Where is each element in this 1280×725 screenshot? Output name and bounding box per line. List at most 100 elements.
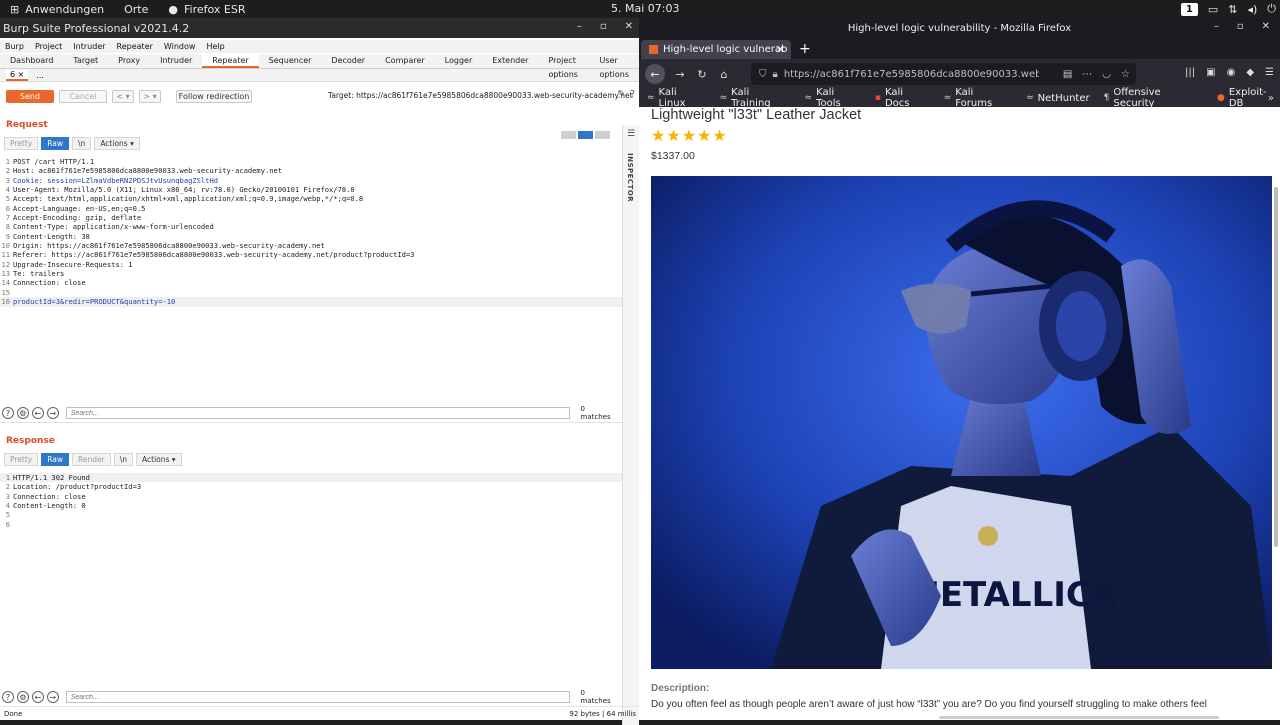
tab-sequencer[interactable]: Sequencer bbox=[259, 54, 322, 68]
gear-icon[interactable]: ⚙ bbox=[16, 407, 29, 419]
close-tab-icon[interactable]: ✕ bbox=[776, 43, 785, 56]
response-editor[interactable]: 1 HTTP/1.1 302 Found 2 Location: /product?… bbox=[0, 473, 622, 529]
help-icon[interactable]: ? bbox=[630, 89, 635, 100]
home-icon[interactable]: ⌂ bbox=[717, 68, 731, 81]
request-editor[interactable]: 1 POST /cart HTTP/1.1 2 Host: ac861f761e7e… bbox=[0, 157, 622, 307]
tab-decoder[interactable]: Decoder bbox=[321, 54, 375, 68]
close-icon[interactable]: ✕ bbox=[625, 21, 633, 32]
bookmark-item[interactable]: ≈ NetHunter bbox=[1026, 93, 1089, 104]
sidebar-icon[interactable]: ▣ bbox=[1206, 67, 1215, 78]
bookmark-item[interactable]: ≈ Kali Training bbox=[720, 87, 791, 109]
hamburger-icon[interactable]: ☰ bbox=[627, 129, 639, 139]
repeater-tab-6[interactable]: 6 × bbox=[6, 69, 29, 81]
tab-dashboard[interactable]: Dashboard bbox=[0, 54, 63, 68]
response-search-input[interactable] bbox=[65, 691, 570, 703]
minimize-icon[interactable]: – bbox=[1214, 21, 1219, 32]
new-tab-icon[interactable]: + bbox=[799, 40, 811, 59]
inspector-sidebar[interactable]: ☰ INSPECTOR bbox=[622, 125, 639, 725]
tab-extender[interactable]: Extender bbox=[482, 54, 538, 68]
reload-icon[interactable]: ↻ bbox=[695, 68, 709, 81]
inspector-label[interactable]: INSPECTOR bbox=[626, 153, 634, 202]
places-menu[interactable]: Orte bbox=[114, 3, 158, 16]
help-icon[interactable]: ? bbox=[2, 407, 14, 419]
menu-help[interactable]: Help bbox=[206, 42, 224, 51]
vertical-scrollbar[interactable] bbox=[1274, 187, 1278, 547]
layout-vertical-icon[interactable] bbox=[578, 131, 593, 139]
response-pretty-button[interactable]: Pretty bbox=[4, 453, 39, 466]
power-icon[interactable]: ⏻ bbox=[1267, 2, 1276, 16]
account-icon[interactable]: ◉ bbox=[1227, 67, 1236, 78]
follow-redirection-button[interactable]: Follow redirection bbox=[176, 89, 252, 103]
menu-icon[interactable]: ☰ bbox=[1265, 67, 1274, 78]
menu-burp[interactable]: Burp bbox=[5, 42, 24, 51]
maximize-icon[interactable]: ▫ bbox=[600, 21, 607, 32]
bookmark-item[interactable]: ≈ Kali Tools bbox=[805, 87, 861, 109]
arrow-right-icon[interactable]: → bbox=[46, 691, 59, 703]
shield-icon[interactable]: ⛉ bbox=[759, 69, 767, 80]
bookmark-item[interactable]: ≈ Kali Forums bbox=[944, 87, 1012, 109]
menu-project[interactable]: Project bbox=[35, 42, 62, 51]
help-icon[interactable]: ? bbox=[2, 691, 14, 703]
more-actions-icon[interactable]: ⋯ bbox=[1082, 69, 1092, 80]
bookmark-item[interactable]: ≈ Kali Linux bbox=[647, 87, 706, 109]
workspace-indicator[interactable]: 1 bbox=[1180, 2, 1198, 16]
maximize-icon[interactable]: ▫ bbox=[1237, 21, 1244, 32]
minimize-icon[interactable]: – bbox=[577, 21, 582, 32]
layout-side-by-side-icon[interactable] bbox=[561, 131, 576, 139]
response-raw-button[interactable]: Raw bbox=[41, 453, 70, 466]
library-icon[interactable]: ||| bbox=[1185, 67, 1195, 78]
forward-icon[interactable]: → bbox=[673, 68, 687, 81]
pocket-icon[interactable]: ◡ bbox=[1102, 69, 1111, 80]
arrow-right-icon[interactable]: → bbox=[46, 407, 59, 419]
network-icon[interactable]: ⇅ bbox=[1228, 3, 1237, 16]
volume-icon[interactable]: ◂) bbox=[1247, 3, 1257, 16]
request-raw-button[interactable]: Raw bbox=[41, 137, 70, 150]
edit-target-icon[interactable]: ✎ bbox=[617, 89, 625, 100]
layout-tabs-icon[interactable] bbox=[595, 131, 610, 139]
panel-divider[interactable] bbox=[0, 422, 622, 423]
history-forward-button[interactable]: > ▾ bbox=[139, 89, 161, 103]
request-search-input[interactable] bbox=[65, 407, 570, 419]
send-button[interactable]: Send bbox=[6, 89, 54, 103]
menu-window[interactable]: Window bbox=[164, 42, 196, 51]
response-actions-button[interactable]: Actions ▾ bbox=[136, 453, 182, 466]
bookmark-item[interactable]: ▪ Kali Docs bbox=[875, 87, 930, 109]
response-render-button[interactable]: Render bbox=[72, 453, 111, 466]
tab-intruder[interactable]: Intruder bbox=[150, 54, 202, 68]
arrow-left-icon[interactable]: ← bbox=[31, 407, 44, 419]
gear-icon[interactable]: ⚙ bbox=[16, 691, 29, 703]
url-bar[interactable]: ⛉ 🔒︎ https://ac861f761e7e5985806dca8800e… bbox=[751, 63, 1136, 85]
tab-proxy[interactable]: Proxy bbox=[108, 54, 150, 68]
cancel-button[interactable]: Cancel bbox=[59, 89, 107, 103]
bookmark-item[interactable]: ¶ Offensive Security bbox=[1104, 87, 1203, 109]
menu-repeater[interactable]: Repeater bbox=[117, 42, 153, 51]
request-newline-button[interactable]: \n bbox=[72, 137, 92, 150]
browser-launcher[interactable]: ● Firefox ESR bbox=[158, 3, 255, 16]
tab-repeater[interactable]: Repeater bbox=[202, 54, 259, 68]
url-text[interactable]: https://ac861f761e7e5985806dca8800e90033… bbox=[784, 69, 1039, 80]
close-icon[interactable]: ✕ bbox=[1262, 21, 1270, 32]
extension-icon[interactable]: ◆ bbox=[1246, 67, 1254, 78]
browser-tab[interactable]: High-level logic vulnerab ✕ bbox=[641, 40, 791, 59]
arrow-left-icon[interactable]: ← bbox=[31, 691, 44, 703]
horizontal-scrollbar[interactable] bbox=[939, 716, 1219, 719]
menu-intruder[interactable]: Intruder bbox=[73, 42, 105, 51]
tab-user-options[interactable]: User options bbox=[590, 54, 639, 79]
apps-menu[interactable]: ⊞ Anwendungen bbox=[0, 3, 114, 16]
repeater-tab-new[interactable]: ... bbox=[32, 71, 48, 80]
request-pretty-button[interactable]: Pretty bbox=[4, 137, 39, 150]
clock[interactable]: 5. Mai 07:03 bbox=[611, 2, 679, 15]
chevron-right-icon[interactable]: » bbox=[1268, 93, 1274, 104]
tab-project-options[interactable]: Project options bbox=[538, 54, 589, 79]
bookmark-star-icon[interactable]: ☆ bbox=[1121, 69, 1130, 80]
response-newline-button[interactable]: \n bbox=[113, 453, 134, 466]
history-back-button[interactable]: < ▾ bbox=[112, 89, 134, 103]
tab-comparer[interactable]: Comparer bbox=[375, 54, 435, 68]
lock-icon[interactable]: 🔒︎ bbox=[773, 69, 778, 80]
screen-icon[interactable]: ▭ bbox=[1208, 3, 1218, 16]
back-icon[interactable]: ← bbox=[645, 64, 665, 84]
request-actions-button[interactable]: Actions ▾ bbox=[94, 137, 140, 150]
reader-view-icon[interactable]: ▤ bbox=[1063, 69, 1072, 80]
tab-target[interactable]: Target bbox=[63, 54, 108, 68]
tab-logger[interactable]: Logger bbox=[435, 54, 483, 68]
